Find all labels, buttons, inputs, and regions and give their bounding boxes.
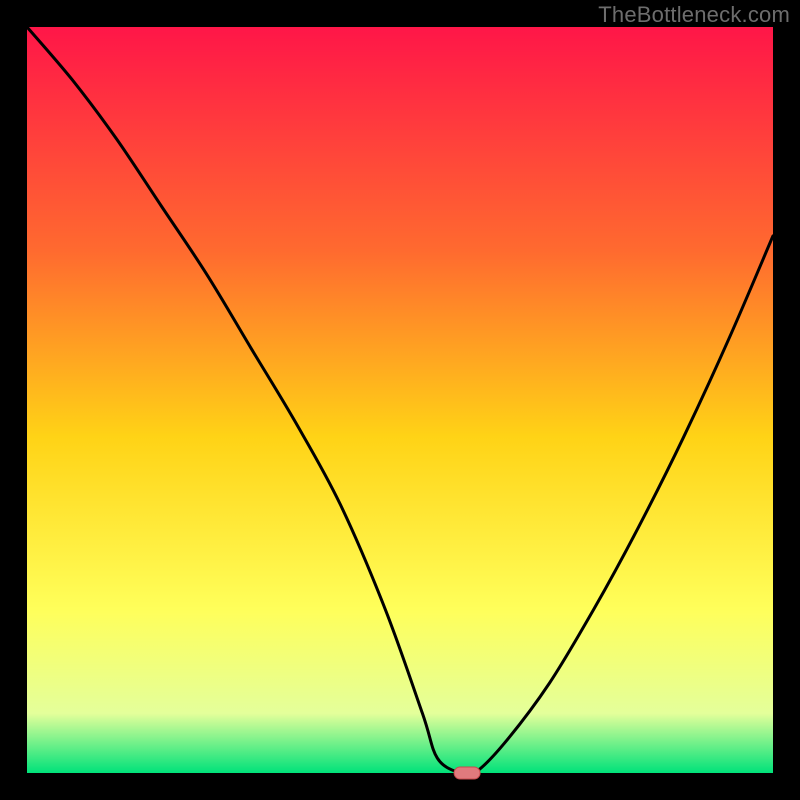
gradient-background — [27, 27, 773, 773]
attribution-text: TheBottleneck.com — [598, 2, 790, 28]
bottleneck-chart — [0, 0, 800, 800]
chart-frame: TheBottleneck.com — [0, 0, 800, 800]
minimum-marker — [454, 767, 480, 779]
